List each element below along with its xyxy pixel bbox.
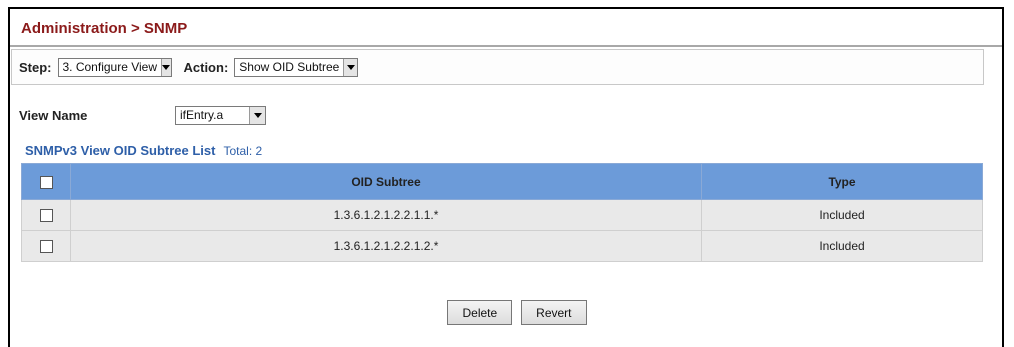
row-checkbox[interactable] <box>39 240 53 254</box>
action-select-value: Show OID Subtree <box>239 59 340 74</box>
row-checkbox-cell <box>21 199 71 231</box>
step-select-value: 3. Configure View <box>62 59 158 74</box>
view-name-select[interactable]: ifEntry.a <box>175 106 266 125</box>
view-name-row: View Name ifEntry.a <box>19 106 266 125</box>
list-title-text: SNMPv3 View OID Subtree List <box>25 143 216 158</box>
view-name-chevron-down-icon[interactable] <box>249 107 265 124</box>
type-cell: Included <box>701 199 983 231</box>
oid-subtree-table: OID Subtree Type 1.3.6.1.2.1.2.2.1.1.* I… <box>21 163 983 262</box>
action-select[interactable]: Show OID Subtree <box>234 57 359 77</box>
step-label: Step: <box>19 59 52 75</box>
action-chevron-down-icon[interactable] <box>343 58 358 76</box>
list-title: SNMPv3 View OID Subtree List Total: 2 <box>25 143 262 158</box>
select-all-cell <box>21 163 71 200</box>
table-header-row: OID Subtree Type <box>21 163 983 200</box>
oid-subtree-header: OID Subtree <box>70 163 702 200</box>
type-cell: Included <box>701 230 983 262</box>
view-name-select-value: ifEntry.a <box>180 108 224 122</box>
type-header: Type <box>701 163 983 200</box>
select-all-checkbox[interactable] <box>39 175 53 189</box>
step-chevron-down-icon[interactable] <box>161 58 171 76</box>
page-title: Administration > SNMP <box>10 9 1002 47</box>
revert-button[interactable]: Revert <box>521 300 587 325</box>
row-checkbox[interactable] <box>39 209 53 223</box>
delete-button[interactable]: Delete <box>447 300 513 325</box>
table-row: 1.3.6.1.2.1.2.2.1.2.* Included <box>21 230 983 262</box>
step-select[interactable]: 3. Configure View <box>57 57 172 77</box>
button-bar: Delete Revert <box>0 300 996 325</box>
step-action-bar: Step: 3. Configure View Action: Show OID… <box>11 49 984 85</box>
row-checkbox-cell <box>21 230 71 262</box>
view-name-label: View Name <box>19 108 88 123</box>
oid-subtree-cell: 1.3.6.1.2.1.2.2.1.2.* <box>70 230 702 262</box>
action-label: Action: <box>183 59 229 75</box>
oid-subtree-cell: 1.3.6.1.2.1.2.2.1.1.* <box>70 199 702 231</box>
list-total: Total: 2 <box>223 144 263 158</box>
table-row: 1.3.6.1.2.1.2.2.1.1.* Included <box>21 199 983 231</box>
